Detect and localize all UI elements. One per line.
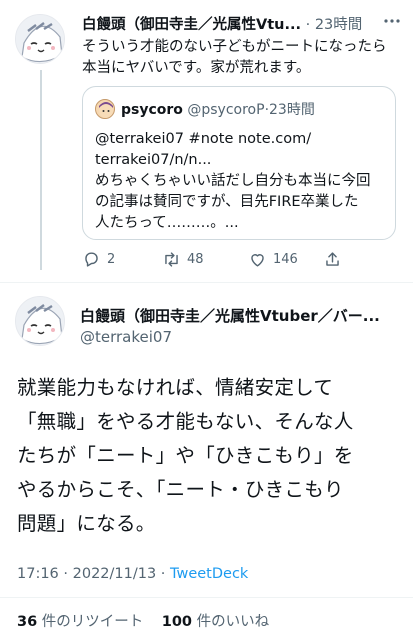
more-icon[interactable]	[383, 18, 401, 24]
reply-icon	[85, 252, 98, 267]
reply-time[interactable]: 23時間	[315, 17, 362, 33]
main-tweet-text: 就業能力もなければ、情緒安定して 「無職」をやる才能もない、そんな人 たちが「ニ…	[17, 371, 402, 541]
quote-text: @terrakei07 #note note.com/ terrakei07/n…	[95, 129, 387, 234]
share-button[interactable]	[323, 250, 342, 269]
like-stat[interactable]: 100 件のいいね	[162, 614, 269, 630]
quote-avatar	[95, 99, 115, 119]
like-icon	[251, 254, 264, 267]
quote-text-line: 人たちって………。...	[95, 215, 239, 231]
avatar-image	[16, 297, 64, 345]
main-author-name[interactable]: 白饅頭（御田寺圭／光属性Vtuber／バー...	[80, 305, 380, 326]
quote-author-name: psycoro	[121, 102, 183, 118]
main-text-line: やるからこそ、「ニート・ひきこもり	[17, 478, 344, 501]
reply-count: 2	[107, 252, 116, 267]
reply-text: そういう才能のない子どもがニートになったら 本当にヤバいです。家が荒れます。	[82, 37, 402, 79]
tweet-timestamp[interactable]: 17:16 · 2022/11/13 ·	[17, 566, 170, 582]
divider	[0, 597, 413, 598]
divider	[0, 282, 413, 283]
main-text-line: 就業能力もなければ、情緒安定して	[17, 376, 334, 399]
retweet-stat-label: 件のリツイート	[41, 614, 144, 630]
share-icon	[326, 252, 339, 266]
like-button[interactable]: 146	[248, 250, 298, 269]
quoted-tweet-card[interactable]: psycoro @psycoroP·23時間 @terrakei07 #note…	[82, 86, 396, 240]
thread-line	[40, 70, 42, 270]
quote-text-line: の記事は賛同ですが、目先FIRE卒業した	[95, 194, 359, 210]
avatar[interactable]	[15, 296, 65, 346]
reply-text-line: そういう才能のない子どもがニートになったら	[82, 39, 387, 55]
tweet-actions: 2 48 146	[82, 250, 382, 274]
quote-avatar-image	[99, 102, 113, 118]
like-stat-label: 件のいいね	[196, 614, 270, 630]
tweet-source-link[interactable]: TweetDeck	[170, 566, 248, 582]
reply-text-line: 本当にヤバいです。家が荒れます。	[82, 60, 311, 76]
avatar-image	[16, 15, 64, 63]
like-stat-count: 100	[161, 614, 193, 630]
main-author-handle[interactable]: @terrakei07	[80, 328, 172, 346]
quote-text-line: terrakei07/n/n...	[95, 152, 212, 168]
retweet-button[interactable]: 48	[162, 250, 204, 269]
retweet-count: 48	[187, 252, 204, 267]
retweet-icon	[165, 252, 178, 267]
main-text-line: たちが「ニート」や「ひきこもり」を	[17, 444, 354, 467]
reply-author-name[interactable]: 白饅頭（御田寺圭／光属性Vtu...	[82, 17, 301, 33]
quote-text-line: @terrakei07 #note note.com/	[95, 131, 312, 147]
quote-handle: @psycoroP	[187, 102, 265, 118]
tweet-meta: 17:16 · 2022/11/13 · TweetDeck	[17, 566, 248, 582]
reply-header: 白饅頭（御田寺圭／光属性Vtu... · 23時間	[82, 13, 362, 34]
quote-header: psycoro @psycoroP·23時間	[121, 99, 315, 119]
reply-separator: ·	[305, 17, 311, 33]
quote-text-line: めちゃくちゃいい話だし自分も本当に今回	[95, 173, 371, 189]
retweet-stat-count: 36	[17, 614, 38, 630]
main-text-line: 問題」になる。	[17, 512, 156, 535]
main-text-line: 「無職」をやる才能もない、そんな人	[17, 410, 354, 433]
tweet-stats: 36 件のリツイート 100 件のいいね	[17, 610, 269, 631]
retweet-stat[interactable]: 36 件のリツイート	[17, 614, 143, 630]
reply-button[interactable]: 2	[82, 250, 115, 269]
quote-time: 23時間	[269, 102, 315, 118]
avatar[interactable]	[15, 14, 65, 64]
like-count: 146	[273, 252, 298, 267]
